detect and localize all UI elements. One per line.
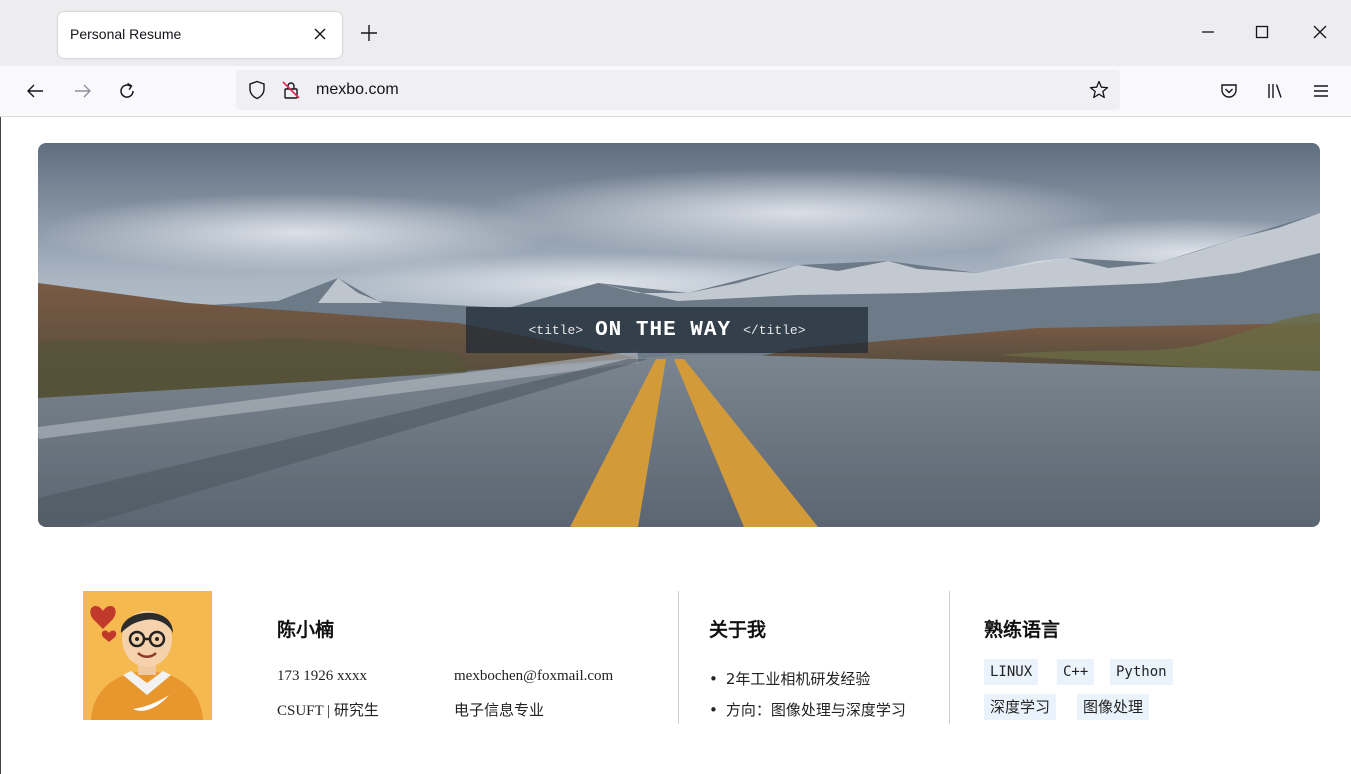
new-tab-icon[interactable] (358, 22, 380, 44)
about-item: 2年工业相机研发经验 (709, 668, 871, 689)
back-arrow-icon[interactable] (24, 80, 46, 102)
profile-email[interactable]: mexbochen@foxmail.com (454, 668, 613, 685)
profile-name: 陈小楠 (277, 619, 335, 641)
profile-school: CSUFT | 研究生 (277, 703, 379, 719)
avatar (83, 591, 212, 720)
skill-tag: C++ (1057, 659, 1095, 685)
about-title: 关于我 (709, 619, 767, 641)
profile-phone: 173 1926 xxxx (277, 668, 367, 684)
minimize-icon[interactable] (1198, 22, 1218, 42)
url-text[interactable]: mexbo.com (316, 81, 399, 99)
hero-open-tag: <title> (528, 322, 584, 338)
menu-icon[interactable] (1310, 80, 1332, 102)
skill-tag: 图像处理 (1077, 694, 1150, 720)
tab-strip: Personal Resume (0, 0, 1351, 66)
skill-tag: 深度学习 (984, 694, 1057, 720)
skill-tag: Python (1110, 659, 1173, 685)
hero-banner: <title> ON THE WAY </title> (38, 143, 1320, 527)
tab-close-icon[interactable] (308, 22, 332, 46)
divider (949, 591, 950, 724)
hero-title-banner: <title> ON THE WAY </title> (466, 307, 868, 353)
browser-tab[interactable]: Personal Resume (58, 12, 342, 58)
bookmark-star-icon[interactable] (1088, 79, 1110, 101)
library-icon[interactable] (1264, 80, 1286, 102)
skills-title: 熟练语言 (984, 619, 1061, 641)
about-item: 方向：图像处理与深度学习 (709, 699, 906, 720)
maximize-icon[interactable] (1252, 22, 1272, 42)
navigation-toolbar: mexbo.com (0, 66, 1351, 117)
pocket-icon[interactable] (1218, 80, 1240, 102)
forward-arrow-icon[interactable] (72, 80, 94, 102)
page-content: <title> ON THE WAY </title> 陈小楠 173 1926… (0, 117, 1351, 774)
window-close-icon[interactable] (1310, 22, 1330, 42)
tab-title: Personal Resume (70, 26, 182, 42)
hero-close-tag: </title> (743, 322, 806, 338)
skill-tag: LINUX (984, 659, 1039, 685)
hero-title: ON THE WAY (595, 318, 732, 342)
shield-icon[interactable] (246, 79, 268, 101)
divider (678, 591, 679, 724)
profile-major: 电子信息专业 (454, 703, 545, 719)
reload-icon[interactable] (116, 80, 138, 102)
address-bar[interactable]: mexbo.com (236, 70, 1120, 110)
insecure-lock-icon[interactable] (280, 79, 302, 101)
